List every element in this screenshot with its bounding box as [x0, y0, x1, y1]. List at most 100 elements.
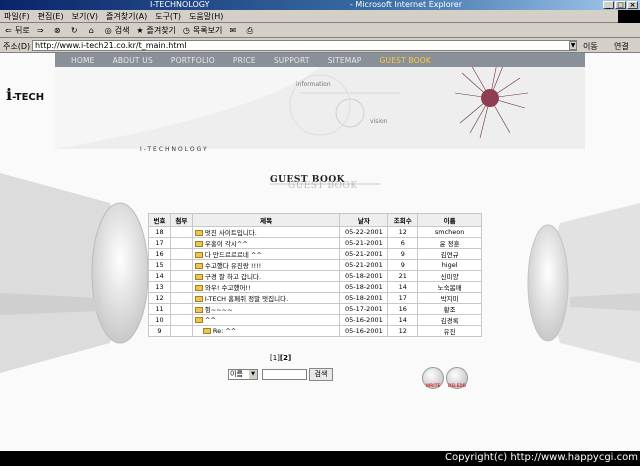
row-subject[interactable]: 다 만드르르르네 ^^: [191, 248, 341, 260]
windows-logo-icon: [618, 10, 640, 23]
row-views: 12: [387, 226, 419, 238]
page-current: [2]: [279, 354, 292, 362]
folder-icon: [194, 252, 203, 258]
row-author: 김경록: [417, 314, 482, 326]
row-subject-link[interactable]: I-TECH 홈페쥐 정말 멋집니다.: [205, 295, 288, 303]
search-field-select[interactable]: 이름 ▼: [228, 369, 258, 380]
favorites-button[interactable]: ★ 즐겨찾기: [135, 25, 176, 36]
row-subject-link[interactable]: 수고했다 유진랑 !!!!: [205, 262, 261, 270]
row-subject-link[interactable]: ^^: [205, 316, 216, 324]
col-subject: 제목: [191, 213, 341, 227]
back-button[interactable]: ⇐ 뒤로: [4, 25, 30, 36]
write-button[interactable]: WRITE: [422, 367, 444, 389]
links-button[interactable]: 연결: [614, 41, 629, 52]
folder-icon: [194, 230, 203, 236]
minimize-button[interactable]: _: [603, 1, 614, 9]
pagination: [1][2]: [270, 354, 291, 362]
close-button[interactable]: ×: [627, 1, 638, 9]
row-author: 황조: [417, 303, 482, 315]
go-button[interactable]: 이동: [583, 41, 598, 52]
print-button[interactable]: ⎙: [245, 26, 256, 35]
nav-support[interactable]: SUPPORT: [274, 56, 310, 65]
menu-view[interactable]: 보기(V): [68, 11, 102, 22]
menu-edit[interactable]: 편집(E): [34, 11, 68, 22]
row-subject[interactable]: 수고했다 유진랑 !!!!: [191, 259, 341, 271]
row-number: 17: [148, 237, 171, 249]
row-author: 유진: [417, 325, 482, 337]
row-subject-link[interactable]: 와우! 수고했어!!: [205, 284, 251, 292]
row-number: 18: [148, 226, 171, 238]
star-icon: ★: [136, 25, 144, 35]
nav-about-us[interactable]: ABOUT US: [113, 56, 153, 65]
table-row[interactable]: 14 구경 잘 하고 갑니다. 05-18-2001 21 신미양: [148, 270, 482, 282]
refresh-button[interactable]: ↻: [70, 26, 81, 35]
row-author: smcheon: [417, 226, 482, 238]
row-date: 05-16-2001: [339, 325, 389, 337]
table-row[interactable]: 17 우홍이 각시^^ 05-21-2001 6 윤 정훈: [148, 237, 482, 249]
nav-portfolio[interactable]: PORTFOLIO: [171, 56, 215, 65]
history-button[interactable]: ◷ 목록보기: [182, 25, 222, 36]
row-subject-link[interactable]: 우홍이 각시^^: [205, 240, 248, 248]
row-subject[interactable]: Re: ^^: [191, 325, 341, 337]
row-subject-link[interactable]: 헝~~~~: [205, 306, 233, 314]
window-title-app: - Microsoft Internet Explorer: [350, 0, 462, 9]
table-row[interactable]: 11 헝~~~~ 05-17-2001 16 황조: [148, 303, 482, 315]
row-views: 14: [387, 314, 419, 326]
folder-icon: [194, 274, 203, 280]
row-subject-link[interactable]: 다 만드르르르네 ^^: [205, 251, 262, 259]
search-submit-button[interactable]: 검색: [309, 368, 333, 381]
row-author: 신미양: [417, 270, 482, 282]
row-subject[interactable]: 구경 잘 하고 갑니다.: [191, 270, 341, 282]
nav-guest-book[interactable]: GUEST BOOK: [380, 56, 432, 65]
forward-arrow-icon: ⇒: [36, 25, 44, 35]
row-number: 9: [148, 325, 171, 337]
nav-home[interactable]: HOME: [71, 56, 95, 65]
maximize-button[interactable]: □: [615, 1, 626, 9]
row-number: 16: [148, 248, 171, 260]
row-subject-link[interactable]: 멋진 사이트입니다.: [205, 229, 257, 237]
forward-button[interactable]: ⇒: [36, 26, 47, 35]
table-row[interactable]: 16 다 만드르르르네 ^^ 05-21-2001 9 김연규: [148, 248, 482, 260]
nav-sitemap[interactable]: SITEMAP: [328, 56, 362, 65]
address-dropdown-icon[interactable]: ▼: [569, 41, 577, 50]
row-subject-link[interactable]: 구경 잘 하고 갑니다.: [205, 273, 261, 281]
folder-icon: [194, 307, 203, 313]
menu-favorites[interactable]: 즐겨찾기(A): [102, 11, 151, 22]
table-row[interactable]: 9 Re: ^^ 05-16-2001 12 유진: [148, 325, 482, 337]
search-input[interactable]: [262, 369, 307, 380]
address-bar: 주소(D) http://www.i-tech21.co.kr/t_main.h…: [0, 38, 640, 53]
row-subject[interactable]: 멋진 사이트입니다.: [191, 226, 341, 238]
row-subject[interactable]: 와우! 수고했어!!: [191, 281, 341, 293]
col-date: 날자: [339, 213, 389, 227]
table-row[interactable]: 15 수고했다 유진랑 !!!! 05-21-2001 9 higel: [148, 259, 482, 271]
window-title: I-TECHNOLOGY: [150, 0, 210, 9]
row-subject[interactable]: 헝~~~~: [191, 303, 341, 315]
address-input[interactable]: http://www.i-tech21.co.kr/t_main.html: [32, 40, 577, 51]
row-attachment: [169, 237, 193, 249]
table-row[interactable]: 13 와우! 수고했어!! 05-18-2001 14 노숙봄매: [148, 281, 482, 293]
mail-button[interactable]: ✉: [228, 26, 239, 35]
table-row[interactable]: 10 ^^ 05-16-2001 14 김경록: [148, 314, 482, 326]
top-navigation: HOME ABOUT US PORTFOLIO PRICE SUPPORT SI…: [55, 53, 585, 67]
guestbook-table: 번호 첨부 제목 날자 조회수 이름 18 멋진 사이트입니다. 05-22-200…: [148, 213, 482, 337]
row-subject[interactable]: ^^: [191, 314, 341, 326]
menu-file[interactable]: 파일(F): [0, 11, 34, 22]
menu-tools[interactable]: 도구(T): [151, 11, 185, 22]
web-page: HOME ABOUT US PORTFOLIO PRICE SUPPORT SI…: [0, 53, 640, 451]
site-logo[interactable]: i-TECH: [6, 85, 44, 104]
table-row[interactable]: 12 I-TECH 홈페쥐 정말 멋집니다. 05-18-2001 17 박지미: [148, 292, 482, 304]
home-button[interactable]: ⌂: [87, 26, 98, 35]
row-number: 10: [148, 314, 171, 326]
banner-vision-text: vision: [370, 118, 388, 125]
stop-button[interactable]: ⊗: [53, 26, 64, 35]
row-subject-link[interactable]: Re: ^^: [213, 327, 236, 335]
nav-price[interactable]: PRICE: [233, 56, 256, 65]
menu-help[interactable]: 도움말(H): [185, 11, 227, 22]
row-subject[interactable]: 우홍이 각시^^: [191, 237, 341, 249]
search-button[interactable]: ◎ 검색: [104, 25, 130, 36]
table-row[interactable]: 18 멋진 사이트입니다. 05-22-2001 12 smcheon: [148, 226, 482, 238]
history-icon: ◷: [182, 25, 190, 35]
delete-button[interactable]: DELEDD: [446, 367, 468, 389]
row-subject[interactable]: I-TECH 홈페쥐 정말 멋집니다.: [191, 292, 341, 304]
page-link-1[interactable]: [1]: [270, 354, 280, 362]
